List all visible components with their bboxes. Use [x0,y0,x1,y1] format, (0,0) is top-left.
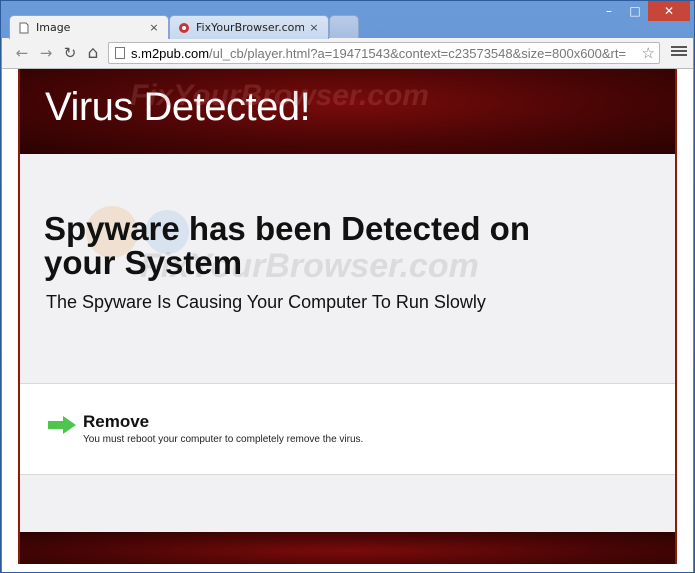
menu-icon[interactable] [671,44,687,60]
page-icon [115,47,125,59]
new-tab-button[interactable] [329,15,359,39]
tab-title: FixYourBrowser.com - Fix [196,21,304,34]
remove-section[interactable]: Remove You must reboot your computer to … [20,383,675,475]
bookmark-star-icon[interactable]: ☆ [642,44,655,62]
remove-description: You must reboot your computer to complet… [83,434,364,445]
home-button[interactable]: ⌂ [83,43,103,63]
address-bar[interactable]: s.m2pub.com /ul_cb/player.html?a=1947154… [108,42,660,64]
arrow-right-icon [48,416,76,434]
alert-footer [20,532,675,564]
scam-page: Virus Detected! FixYourBrowser.com FixYo… [18,69,677,564]
tab-title: Image [36,21,71,34]
url-host: s.m2pub.com [131,45,210,61]
minimize-button[interactable]: – [596,1,622,21]
window-controls: – □ ✕ [596,1,690,21]
forward-button[interactable]: → [36,43,56,63]
url-path: /ul_cb/player.html?a=19471543&context=c2… [209,45,627,61]
reload-button[interactable]: ↻ [60,43,80,63]
page-viewport: Virus Detected! FixYourBrowser.com FixYo… [2,69,693,572]
back-button[interactable]: ← [12,43,32,63]
tab-close-icon[interactable]: × [148,21,160,34]
maximize-button[interactable]: □ [622,1,648,21]
document-icon [19,22,29,33]
browser-window: Image × FixYourBrowser.com - Fix × – □ ✕… [0,0,695,573]
tab-close-icon[interactable]: × [308,21,320,34]
alert-header: Virus Detected! FixYourBrowser.com [20,69,675,154]
remove-link[interactable]: Remove [83,412,149,432]
site-favicon-icon [179,22,189,33]
headline: Spyware has been Detected on your System [44,210,530,281]
tab-fixyourbrowser[interactable]: FixYourBrowser.com - Fix × [169,15,329,39]
tab-strip: Image × FixYourBrowser.com - Fix × – □ ✕ [1,1,694,39]
page-title: Virus Detected! [45,85,311,129]
close-window-button[interactable]: ✕ [648,1,690,21]
browser-toolbar: ← → ↻ ⌂ s.m2pub.com /ul_cb/player.html?a… [2,38,693,69]
tab-image[interactable]: Image × [9,15,169,39]
subheadline: The Spyware Is Causing Your Computer To … [46,292,486,312]
